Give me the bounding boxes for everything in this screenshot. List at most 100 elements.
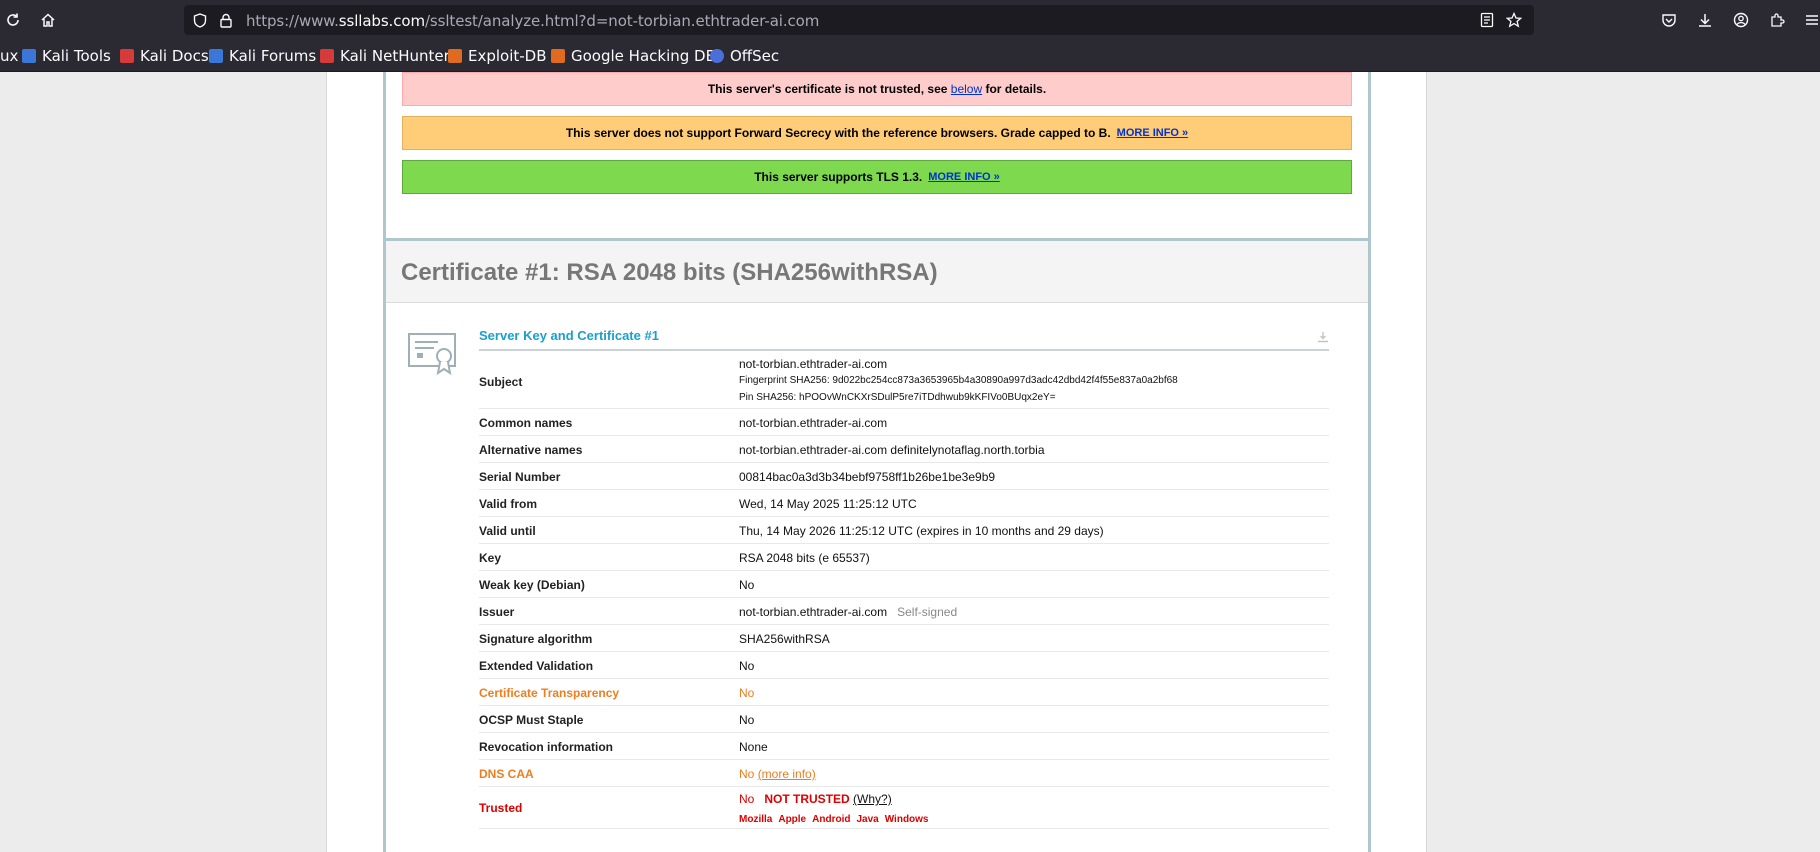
kali-tools-icon [22,49,36,63]
row-label: Alternative names [479,443,583,457]
row-subject: Subject not-torbian.ethtrader-ai.com Fin… [479,355,1329,409]
bookmark-ux[interactable]: ux [0,47,18,65]
trust-store-android: Android [812,814,851,825]
tls-more-info-link[interactable]: MORE INFO » [928,171,1000,183]
row-issuer: Issuer not-torbian.ethtrader-ai.com Self… [479,598,1329,625]
banner-text: for details. [985,82,1047,96]
certificate-title: Certificate #1: RSA 2048 bits (SHA256wit… [401,259,938,286]
menu-icon[interactable] [1800,8,1820,32]
bookmark-label: Kali NetHunter [340,47,450,65]
row-value: not-torbian.ethtrader-ai.com definitelyn… [739,443,1045,457]
reload-icon[interactable] [1,8,25,32]
url-text[interactable]: https://www.ssllabs.com/ssltest/analyze.… [246,12,819,30]
row-extended-validation: Extended Validation No [479,652,1329,679]
bookmark-kali-docs[interactable]: Kali Docs [120,47,209,65]
row-valid-from: Valid from Wed, 14 May 2025 11:25:12 UTC [479,490,1329,517]
bookmark-label: OffSec [730,47,780,65]
pocket-icon[interactable] [1657,8,1681,32]
row-ocsp-must-staple: OCSP Must Staple No [479,706,1329,733]
bookmark-google-hacking-db[interactable]: Google Hacking DB [551,47,716,65]
page-viewport: This server's certificate is not trusted… [0,72,1820,852]
section-title: Server Key and Certificate #1 [479,327,1329,351]
row-label: Subject [479,375,523,389]
below-link[interactable]: below [951,82,982,96]
bookmark-label: Google Hacking DB [571,47,716,65]
kali-nethunter-icon [320,49,334,63]
self-signed-note: Self-signed [897,605,958,619]
row-revocation-information: Revocation information None [479,733,1329,760]
home-icon[interactable] [36,8,60,32]
kali-forums-icon [209,49,223,63]
row-value: No [739,713,755,727]
row-common-names: Common names not-torbian.ethtrader-ai.co… [479,409,1329,436]
tracking-shield-icon[interactable] [192,12,208,28]
row-label: Weak key (Debian) [479,578,585,592]
bookmark-label: Kali Forums [229,47,317,65]
offsec-icon [710,49,724,63]
row-value: not-torbian.ethtrader-ai.com Self-signed [739,605,957,619]
row-value: not-torbian.ethtrader-ai.com [739,416,888,430]
row-label: DNS CAA [479,767,534,781]
dns-caa-value: No [739,767,755,781]
browser-toolbar: https://www.ssllabs.com/ssltest/analyze.… [0,0,1820,40]
forward-secrecy-banner: This server does not support Forward Sec… [402,116,1352,150]
row-label: Extended Validation [479,659,594,673]
row-value: No [739,686,755,700]
row-key: Key RSA 2048 bits (e 65537) [479,544,1329,571]
lock-icon[interactable] [218,12,234,28]
row-dns-caa: DNS CAA No (more info) [479,760,1329,787]
not-trusted-status: NOT TRUSTED [764,792,850,806]
url-domain: ssllabs.com [338,12,425,30]
row-value: No [739,578,755,592]
row-value: 00814bac0a3d3b34bebf9758ff1b26be1be3e9b9 [739,470,996,484]
bookmark-label: ux [0,47,19,65]
bookmark-star-icon[interactable] [1505,11,1523,28]
bookmark-offsec[interactable]: OffSec [710,47,779,65]
fs-more-info-link[interactable]: MORE INFO » [1117,127,1189,139]
subject-name: not-torbian.ethtrader-ai.com [739,357,888,371]
row-value: SHA256withRSA [739,632,830,646]
extensions-icon[interactable] [1765,8,1789,32]
bookmark-kali-forums[interactable]: Kali Forums [209,47,316,65]
bookmark-exploit-db[interactable]: Exploit-DB [448,47,547,65]
row-label: Serial Number [479,470,561,484]
bookmark-kali-nethunter[interactable]: Kali NetHunter [320,47,450,65]
row-value: No (more info) [739,767,816,781]
issuer-name: not-torbian.ethtrader-ai.com [739,605,888,619]
why-link[interactable]: (Why?) [853,792,892,806]
trust-store-list: Mozilla Apple Android Java Windows [739,811,935,825]
row-weak-key: Weak key (Debian) No [479,571,1329,598]
google-hacking-db-icon [551,49,565,63]
trust-store-mozilla: Mozilla [739,814,773,825]
row-label: Certificate Transparency [479,686,620,700]
download-icon[interactable] [1317,330,1329,343]
row-certificate-transparency: Certificate Transparency No [479,679,1329,706]
url-bar[interactable]: https://www.ssllabs.com/ssltest/analyze.… [184,5,1534,35]
trust-store-windows: Windows [884,814,929,825]
bookmark-label: Kali Docs [140,47,209,65]
banner-text: This server's certificate is not trusted… [707,82,948,96]
dns-caa-more-info-link[interactable]: (more info) [758,767,816,781]
not-trusted-banner: This server's certificate is not trusted… [402,72,1352,106]
bookmarks-toolbar: ux Kali Tools Kali Docs Kali Forums Kali… [0,40,1820,72]
trust-store-apple: Apple [778,814,807,825]
row-label: Signature algorithm [479,632,593,646]
section-title-text: Server Key and Certificate #1 [479,328,659,343]
exploit-db-icon [448,49,462,63]
row-value: None [739,740,768,754]
row-valid-until: Valid until Thu, 14 May 2026 11:25:12 UT… [479,517,1329,544]
url-prefix: https://www. [246,12,339,30]
row-alternative-names: Alternative names not-torbian.ethtrader-… [479,436,1329,463]
row-value: No NOT TRUSTED (Why?) [739,792,892,806]
row-serial-number: Serial Number 00814bac0a3d3b34bebf9758ff… [479,463,1329,490]
account-icon[interactable] [1729,8,1753,32]
banner-text: This server does not support Forward Sec… [565,126,1111,140]
downloads-icon[interactable] [1693,8,1717,32]
reader-view-icon[interactable] [1480,12,1496,28]
row-signature-algorithm: Signature algorithm SHA256withRSA [479,625,1329,652]
row-label: Issuer [479,605,515,619]
row-label: Valid from [479,497,538,511]
bookmark-kali-tools[interactable]: Kali Tools [22,47,111,65]
row-value: Wed, 14 May 2025 11:25:12 UTC [739,497,917,511]
row-value: No [739,659,755,673]
